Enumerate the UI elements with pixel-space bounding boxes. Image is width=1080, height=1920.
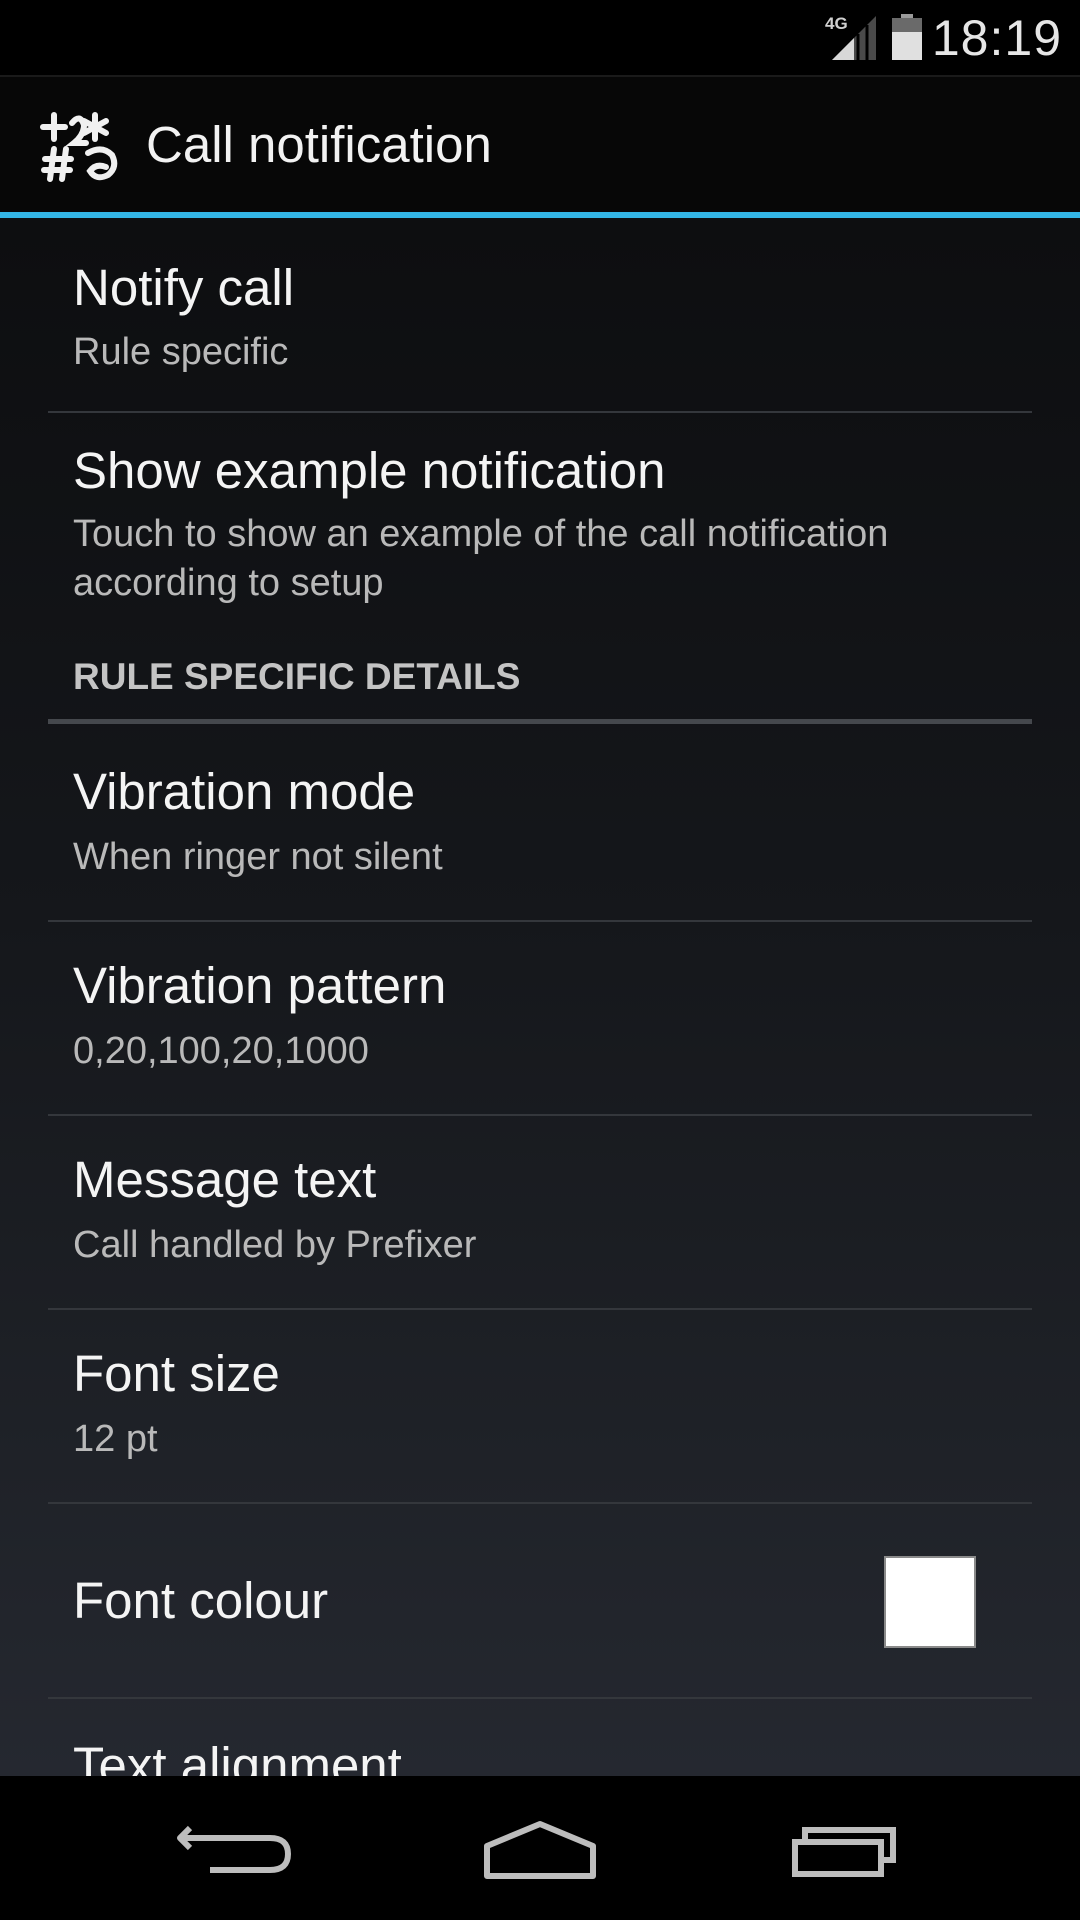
- pref-summary: 12 pt: [73, 1418, 158, 1460]
- recent-apps-button[interactable]: [745, 1776, 945, 1920]
- status-bar: 4G 18:19: [0, 0, 1080, 75]
- pref-vibration-mode[interactable]: Vibration mode When ringer not silent: [0, 724, 1080, 920]
- pref-summary: Rule specific: [73, 331, 289, 373]
- pref-title: Font colour: [73, 1572, 329, 1629]
- pref-font-colour[interactable]: Font colour: [0, 1504, 1080, 1698]
- pref-title: Vibration pattern: [73, 957, 447, 1014]
- pref-title: Text alignment: [73, 1737, 402, 1776]
- pref-notify-call[interactable]: Notify call Rule specific: [0, 218, 1080, 412]
- pref-title: Notify call: [73, 259, 295, 316]
- preference-list[interactable]: Notify call Rule specific Show example n…: [0, 218, 1080, 1776]
- prefixer-app-icon[interactable]: [40, 109, 122, 183]
- pref-title: Vibration mode: [73, 763, 416, 820]
- back-icon: [177, 1825, 292, 1873]
- pref-text-alignment[interactable]: Text alignment: [0, 1699, 1080, 1776]
- font-colour-swatch[interactable]: [884, 1556, 976, 1648]
- network-type-label: 4G: [825, 14, 848, 33]
- status-clock: 18:19: [931, 10, 1062, 66]
- action-bar: Call notification: [0, 75, 1080, 213]
- back-button[interactable]: [140, 1776, 340, 1920]
- pref-title: Font size: [73, 1345, 280, 1402]
- signal-icon: 4G: [825, 14, 876, 60]
- pref-summary: When ringer not silent: [73, 836, 443, 878]
- home-button[interactable]: [440, 1776, 640, 1920]
- pref-vibration-pattern[interactable]: Vibration pattern 0,20,100,20,1000: [0, 922, 1080, 1114]
- screen: 4G 18:19 Call notification Notify call R…: [0, 0, 1080, 1920]
- pref-show-example-notification[interactable]: Show example notification Touch to show …: [0, 413, 1080, 629]
- battery-icon: [892, 14, 922, 60]
- recent-apps-icon: [792, 1827, 896, 1877]
- pref-title: Show example notification: [73, 442, 666, 499]
- pref-summary: 0,20,100,20,1000: [73, 1030, 369, 1072]
- pref-summary: Call handled by Prefixer: [73, 1224, 477, 1266]
- pref-message-text[interactable]: Message text Call handled by Prefixer: [0, 1116, 1080, 1308]
- home-icon: [484, 1821, 596, 1879]
- category-header: RULE SPECIFIC DETAILS: [73, 656, 521, 697]
- navigation-bar: [0, 1776, 1080, 1920]
- pref-title: Message text: [73, 1151, 377, 1208]
- pref-font-size[interactable]: Font size 12 pt: [0, 1310, 1080, 1502]
- page-title: Call notification: [146, 116, 492, 173]
- pref-summary: Touch to show an example of the call not…: [73, 513, 889, 604]
